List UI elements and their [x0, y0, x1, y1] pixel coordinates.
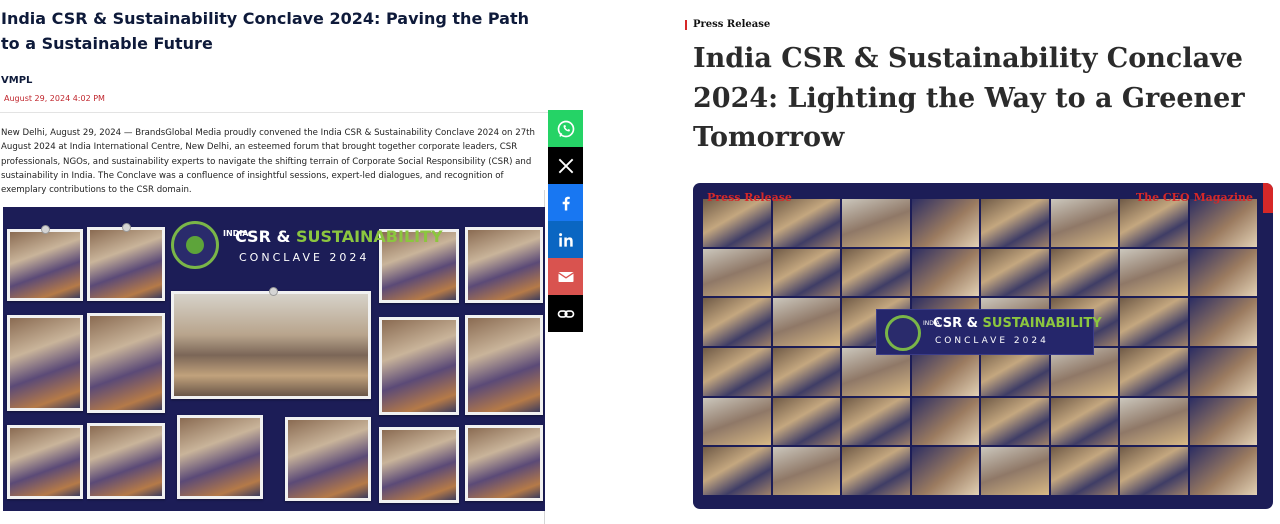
- pin: [41, 225, 50, 234]
- collage-photo: [465, 315, 543, 415]
- logo-india-text: INDIA: [223, 229, 249, 238]
- whatsapp-icon: [557, 120, 574, 137]
- facebook-icon: [562, 196, 570, 210]
- pin: [269, 287, 278, 296]
- x-icon: [558, 158, 573, 173]
- right-article-title[interactable]: India CSR & Sustainability Conclave 2024…: [693, 39, 1253, 158]
- conclave-logo: INDIA CSR & SUSTAINABILITY CONCLAVE 2024: [171, 219, 443, 279]
- article-image-collage: INDIA CSR & SUSTAINABILITY CONCLAVE 2024: [3, 207, 545, 511]
- publish-date: August 29, 2024 4:02 PM: [4, 94, 105, 103]
- hero-image: Press Release The CEO Magazine INDIA CSR…: [693, 183, 1273, 509]
- collage-photo: [285, 417, 371, 501]
- pin: [122, 223, 131, 232]
- article-body: New Delhi, August 29, 2024 — BrandsGloba…: [1, 128, 535, 196]
- collage-photo: [7, 425, 83, 499]
- collage-photo: [7, 229, 83, 301]
- collage-photo: [465, 227, 543, 303]
- email-icon: [557, 271, 574, 282]
- collage-photo: [7, 315, 83, 411]
- hero-tag-publisher: The CEO Magazine: [1135, 191, 1253, 204]
- hero-accent-bar: [1263, 183, 1273, 213]
- copy-link-button[interactable]: [548, 295, 583, 332]
- share-email-button[interactable]: [548, 258, 583, 295]
- hero-logo-title: CSR & SUSTAINABILITY: [933, 316, 1102, 331]
- logo-conclave-text: CONCLAVE 2024: [239, 251, 370, 264]
- linkedin-icon: [558, 232, 573, 247]
- link-icon: [557, 309, 574, 318]
- divider: [0, 112, 548, 113]
- collage-photo: [87, 227, 165, 301]
- left-article-title[interactable]: India CSR & Sustainability Conclave 2024…: [1, 6, 531, 56]
- hero-logo-subtitle: CONCLAVE 2024: [935, 336, 1049, 346]
- collage-photo: [465, 425, 543, 501]
- hero-tag-press-release: Press Release: [707, 191, 792, 204]
- hero-conclave-logo: INDIA CSR & SUSTAINABILITY CONCLAVE 2024: [876, 309, 1102, 355]
- share-facebook-button[interactable]: [548, 184, 583, 221]
- collage-photo: [87, 313, 165, 413]
- collage-photo: [87, 423, 165, 499]
- collage-photo: [379, 427, 459, 503]
- logo-csr-text: CSR & SUSTAINABILITY: [235, 227, 443, 246]
- category-label[interactable]: Press Release: [684, 19, 770, 30]
- share-bar: [548, 110, 583, 332]
- hero-logo-emblem: [885, 315, 921, 351]
- left-article: India CSR & Sustainability Conclave 2024…: [0, 0, 548, 524]
- share-whatsapp-button[interactable]: [548, 110, 583, 147]
- collage-photo: [177, 415, 263, 499]
- share-linkedin-button[interactable]: [548, 221, 583, 258]
- right-article: Press Release India CSR & Sustainability…: [680, 0, 1280, 524]
- conclave-logo-emblem: [171, 221, 219, 269]
- share-x-button[interactable]: [548, 147, 583, 184]
- collage-photo: [379, 317, 459, 415]
- author-name[interactable]: VMPL: [1, 75, 32, 86]
- hero-logo-india: INDIA: [923, 320, 940, 327]
- collage-photo-group: [171, 291, 371, 399]
